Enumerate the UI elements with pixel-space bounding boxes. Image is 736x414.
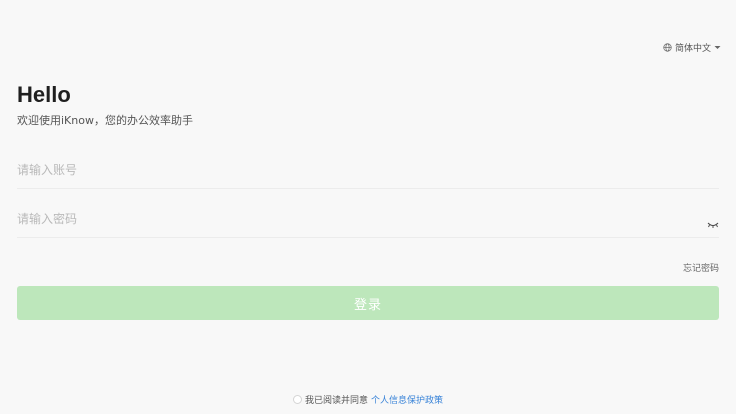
privacy-policy-link[interactable]: 个人信息保护政策 (371, 393, 443, 406)
page-title: Hello (17, 82, 71, 107)
forgot-password-link[interactable]: 忘记密码 (683, 261, 719, 274)
login-button[interactable]: 登录 (17, 286, 719, 320)
caret-down-icon (714, 45, 721, 50)
globe-icon (663, 43, 672, 52)
account-input[interactable] (17, 163, 719, 177)
account-field (17, 152, 719, 189)
eye-closed-icon[interactable] (707, 214, 719, 233)
agreement-text: 我已阅读并同意 (304, 396, 368, 406)
password-field (17, 201, 719, 238)
agreement-row: 我已阅读并同意 个人信息保护政策 (0, 393, 736, 406)
language-label: 简体中文 (674, 44, 711, 54)
language-switcher[interactable]: 简体中文 (663, 41, 721, 54)
agreement-checkbox[interactable] (292, 395, 302, 404)
password-input[interactable] (17, 212, 719, 226)
page-subtitle: 欢迎使用iKnow，您的办公效率助手 (17, 114, 193, 127)
